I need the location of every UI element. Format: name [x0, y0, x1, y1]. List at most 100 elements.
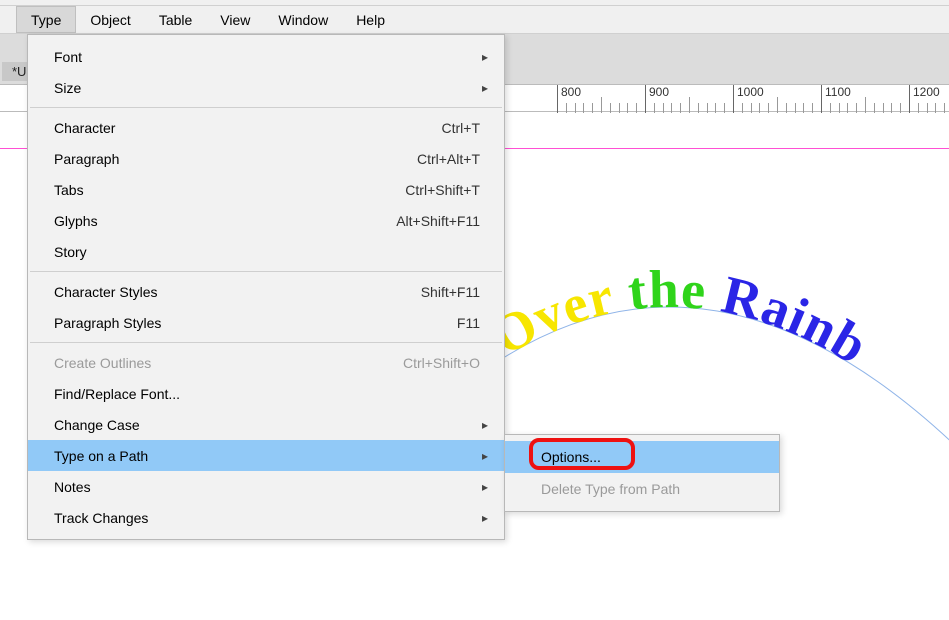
menu-separator — [30, 342, 502, 343]
menu-character-styles[interactable]: Character Styles Shift+F11 — [28, 276, 504, 307]
ruler-minor-tick — [654, 103, 655, 113]
submenu-delete-type-label: Delete Type from Path — [541, 481, 680, 497]
menu-type[interactable]: Type — [16, 6, 76, 33]
menu-separator — [30, 271, 502, 272]
ruler-minor-tick — [918, 103, 919, 113]
ruler-minor-tick — [856, 103, 857, 113]
menu-change-case-label: Change Case — [54, 417, 480, 433]
ruler-minor-tick — [786, 103, 787, 113]
menu-bar: Type Object Table View Window Help — [0, 6, 949, 34]
text-over: Over — [490, 270, 619, 367]
menu-story[interactable]: Story — [28, 236, 504, 267]
menu-find-replace-font[interactable]: Find/Replace Font... — [28, 378, 504, 409]
ruler-minor-tick — [883, 103, 884, 113]
ruler-minor-tick — [874, 103, 875, 113]
ruler-minor-tick — [803, 103, 804, 113]
ruler-minor-tick — [768, 103, 769, 113]
type-dropdown-menu: Font ▸ Size ▸ Character Ctrl+T Paragraph… — [27, 34, 505, 540]
menu-character[interactable]: Character Ctrl+T — [28, 112, 504, 143]
menu-font-label: Font — [54, 49, 480, 65]
submenu-options[interactable]: Options... — [505, 441, 779, 473]
ruler-minor-tick — [592, 103, 593, 113]
ruler-minor-tick — [724, 103, 725, 113]
ruler-minor-tick — [583, 103, 584, 113]
menu-story-label: Story — [54, 244, 480, 260]
ruler-tick: 900 — [645, 85, 646, 113]
ruler-minor-tick — [751, 103, 752, 113]
ruler-minor-tick — [566, 103, 567, 113]
menu-type-on-path-label: Type on a Path — [54, 448, 480, 464]
menu-glyphs-shortcut: Alt+Shift+F11 — [396, 213, 480, 229]
menu-glyphs[interactable]: Glyphs Alt+Shift+F11 — [28, 205, 504, 236]
ruler-minor-tick — [636, 103, 637, 113]
svg-text:Over the Rainb: Over the Rainb — [490, 270, 878, 376]
menu-tabs-shortcut: Ctrl+Shift+T — [405, 182, 480, 198]
ruler-minor-tick — [935, 103, 936, 113]
menu-character-shortcut: Ctrl+T — [442, 120, 481, 136]
menu-table[interactable]: Table — [145, 6, 206, 33]
ruler-minor-tick — [627, 103, 628, 113]
ruler-minor-tick — [707, 103, 708, 113]
menu-paragraph[interactable]: Paragraph Ctrl+Alt+T — [28, 143, 504, 174]
menu-font[interactable]: Font ▸ — [28, 41, 504, 72]
ruler-tick: 1200 — [909, 85, 910, 113]
ruler-minor-tick — [671, 103, 672, 113]
menu-paragraph-shortcut: Ctrl+Alt+T — [417, 151, 480, 167]
text-the: the — [625, 270, 709, 322]
chevron-right-icon: ▸ — [482, 50, 488, 64]
menu-track-changes[interactable]: Track Changes ▸ — [28, 502, 504, 533]
menu-tabs[interactable]: Tabs Ctrl+Shift+T — [28, 174, 504, 205]
ruler-minor-tick — [830, 103, 831, 113]
ruler-minor-tick — [610, 103, 611, 113]
ruler-minor-tick — [575, 103, 576, 113]
ruler-tick-label: 900 — [649, 85, 669, 99]
ruler-tick: 1100 — [821, 85, 822, 113]
menu-window[interactable]: Window — [264, 6, 342, 33]
menu-object[interactable]: Object — [76, 6, 144, 33]
ruler-minor-tick — [742, 103, 743, 113]
menu-create-outlines-label: Create Outlines — [54, 355, 403, 371]
ruler-minor-tick — [900, 103, 901, 113]
ruler-minor-tick — [777, 97, 778, 113]
menu-notes[interactable]: Notes ▸ — [28, 471, 504, 502]
ruler-minor-tick — [663, 103, 664, 113]
submenu-delete-type-from-path: Delete Type from Path — [505, 473, 779, 505]
menu-track-changes-label: Track Changes — [54, 510, 480, 526]
submenu-options-label: Options... — [541, 449, 601, 465]
ruler-tick-label: 800 — [561, 85, 581, 99]
menu-help[interactable]: Help — [342, 6, 399, 33]
menu-find-replace-font-label: Find/Replace Font... — [54, 386, 480, 402]
ruler-minor-tick — [839, 103, 840, 113]
menu-separator — [30, 107, 502, 108]
ruler-minor-tick — [715, 103, 716, 113]
ruler-tick-label: 1000 — [737, 85, 764, 99]
menu-character-label: Character — [54, 120, 442, 136]
ruler-minor-tick — [865, 97, 866, 113]
chevron-right-icon: ▸ — [482, 81, 488, 95]
menu-size[interactable]: Size ▸ — [28, 72, 504, 103]
menu-tabs-label: Tabs — [54, 182, 405, 198]
ruler-tick: 1000 — [733, 85, 734, 113]
menu-para-styles-label: Paragraph Styles — [54, 315, 457, 331]
ruler-minor-tick — [759, 103, 760, 113]
ruler-minor-tick — [812, 103, 813, 113]
menu-char-styles-label: Character Styles — [54, 284, 421, 300]
ruler-minor-tick — [891, 103, 892, 113]
ruler-minor-tick — [795, 103, 796, 113]
menu-glyphs-label: Glyphs — [54, 213, 396, 229]
ruler-minor-tick — [680, 103, 681, 113]
menu-char-styles-shortcut: Shift+F11 — [421, 284, 480, 300]
ruler-tick: 800 — [557, 85, 558, 113]
ruler-minor-tick — [698, 103, 699, 113]
ruler-minor-tick — [601, 97, 602, 113]
menu-size-label: Size — [54, 80, 480, 96]
menu-create-outlines-shortcut: Ctrl+Shift+O — [403, 355, 480, 371]
menu-view[interactable]: View — [206, 6, 264, 33]
menu-type-on-path[interactable]: Type on a Path ▸ — [28, 440, 504, 471]
text-rain: Rainb — [716, 270, 878, 376]
menu-change-case[interactable]: Change Case ▸ — [28, 409, 504, 440]
menu-notes-label: Notes — [54, 479, 480, 495]
chevron-right-icon: ▸ — [482, 480, 488, 494]
menu-paragraph-styles[interactable]: Paragraph Styles F11 — [28, 307, 504, 338]
menu-para-styles-shortcut: F11 — [457, 315, 480, 331]
